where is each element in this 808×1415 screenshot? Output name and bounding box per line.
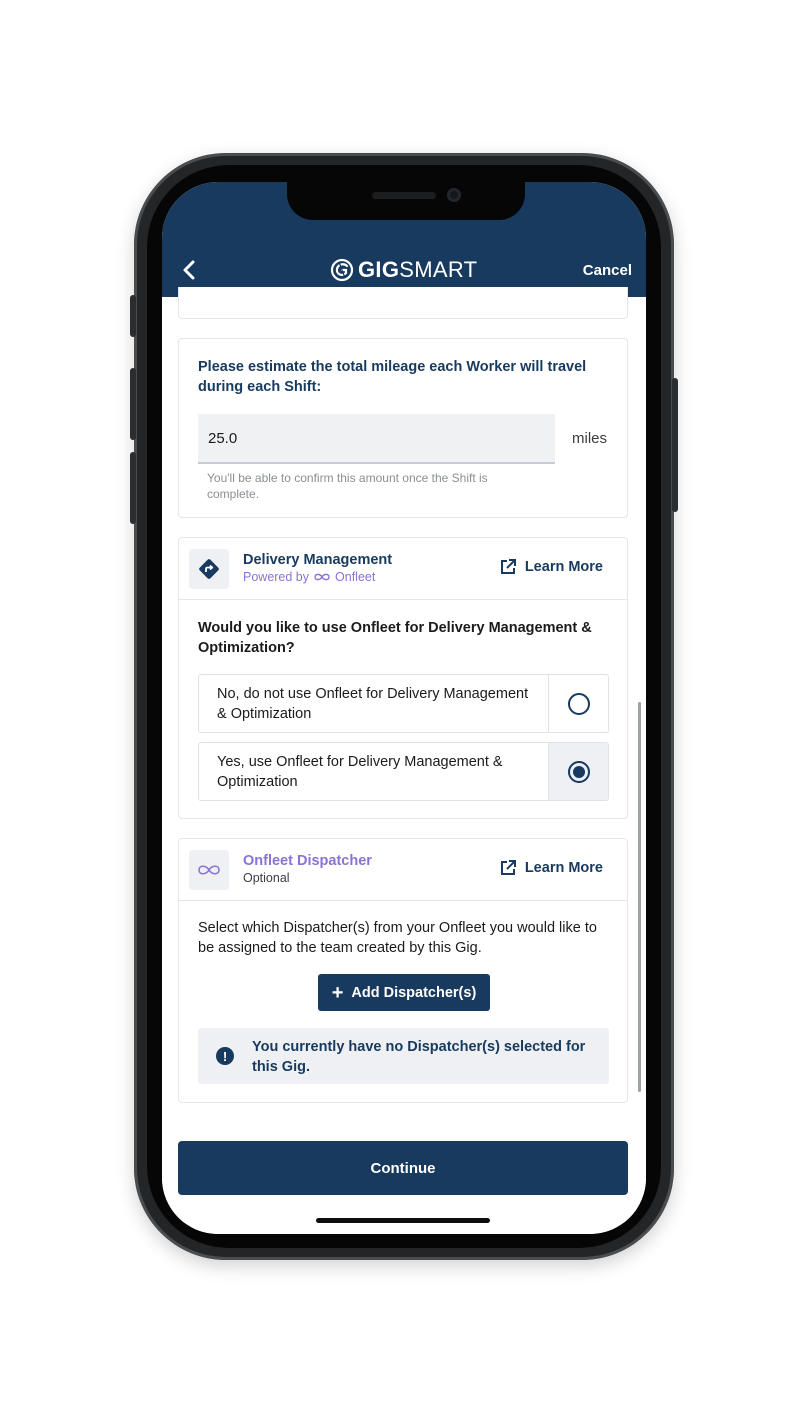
earpiece-speaker xyxy=(372,192,436,199)
mileage-card: Please estimate the total mileage each W… xyxy=(178,338,628,518)
infinity-icon xyxy=(314,573,330,581)
radio-unselected[interactable] xyxy=(567,692,590,715)
plus-icon: + xyxy=(331,981,344,1004)
phone-notch xyxy=(287,182,525,220)
mute-switch xyxy=(130,295,136,337)
option-no-label: No, do not use Onfleet for Delivery Mana… xyxy=(217,686,529,722)
notice-text: You currently have no Dispatcher(s) sele… xyxy=(252,1039,586,1075)
delivery-card-header: Delivery Management Powered by Onfleet L… xyxy=(179,538,627,600)
dispatcher-subtitle: Optional xyxy=(243,871,290,885)
alert-icon: ! xyxy=(216,1047,234,1065)
logo-text: GIGSMART xyxy=(358,257,478,282)
mileage-input[interactable] xyxy=(198,414,555,464)
back-button[interactable] xyxy=(178,258,202,282)
option-yes-onfleet[interactable]: Yes, use Onfleet for Delivery Management… xyxy=(198,742,609,801)
mileage-question: Please estimate the total mileage each W… xyxy=(198,359,587,395)
volume-up-button xyxy=(130,368,136,440)
back-chevron-icon xyxy=(183,260,195,280)
external-link-icon xyxy=(500,860,516,875)
home-indicator[interactable] xyxy=(316,1218,490,1223)
gigsmart-logo-icon xyxy=(330,258,354,282)
no-dispatcher-notice: ! You currently have no Dispatcher(s) se… xyxy=(198,1028,609,1084)
delivery-icon-box xyxy=(189,549,229,589)
form-content: Please estimate the total mileage each W… xyxy=(162,287,646,1234)
mileage-unit: miles xyxy=(572,430,608,447)
dispatcher-icon-box xyxy=(189,850,229,890)
delivery-learn-more-link[interactable]: Learn More xyxy=(499,558,603,576)
dispatcher-card-header: Onfleet Dispatcher Optional Learn More xyxy=(179,839,627,901)
mileage-helper-text: You'll be able to confirm this amount on… xyxy=(207,471,488,501)
scrollbar[interactable] xyxy=(638,702,641,1092)
learn-more-label: Learn More xyxy=(524,860,603,876)
external-link-icon xyxy=(500,559,516,574)
phone-screen: GIGSMART Cancel Please estimate the tota… xyxy=(162,182,646,1234)
continue-button[interactable]: Continue xyxy=(178,1141,628,1195)
learn-more-label: Learn More xyxy=(524,559,603,575)
power-button xyxy=(672,378,678,512)
option-yes-radio-box[interactable] xyxy=(548,743,608,800)
dispatcher-learn-more-link[interactable]: Learn More xyxy=(499,859,603,877)
onfleet-question: Would you like to use Onfleet for Delive… xyxy=(198,620,592,656)
option-yes-label: Yes, use Onfleet for Delivery Management… xyxy=(217,754,503,790)
onfleet-label: Onfleet xyxy=(335,570,376,584)
delivery-title: Delivery Management xyxy=(243,552,393,568)
option-no-onfleet[interactable]: No, do not use Onfleet for Delivery Mana… xyxy=(198,674,609,733)
previous-card-edge xyxy=(178,287,628,319)
directions-icon xyxy=(199,559,219,579)
infinity-icon xyxy=(198,865,220,875)
add-dispatcher-label: Add Dispatcher(s) xyxy=(351,984,477,1001)
dispatcher-title: Onfleet Dispatcher xyxy=(243,853,372,869)
delivery-management-card: Delivery Management Powered by Onfleet L… xyxy=(178,537,628,819)
gigsmart-logo: GIGSMART xyxy=(330,257,477,283)
front-camera xyxy=(447,188,461,202)
powered-by-label: Powered by xyxy=(243,570,310,584)
dispatcher-description: Select which Dispatcher(s) from your Onf… xyxy=(198,920,597,956)
volume-down-button xyxy=(130,452,136,524)
radio-selected[interactable] xyxy=(567,760,590,783)
cancel-button[interactable]: Cancel xyxy=(583,262,632,279)
radio-dot xyxy=(572,765,585,778)
option-no-radio-box[interactable] xyxy=(548,675,608,732)
powered-by-onfleet: Powered by Onfleet xyxy=(243,570,375,584)
onfleet-dispatcher-card: Onfleet Dispatcher Optional Learn More S… xyxy=(178,838,628,1103)
add-dispatcher-button[interactable]: + Add Dispatcher(s) xyxy=(318,974,490,1011)
